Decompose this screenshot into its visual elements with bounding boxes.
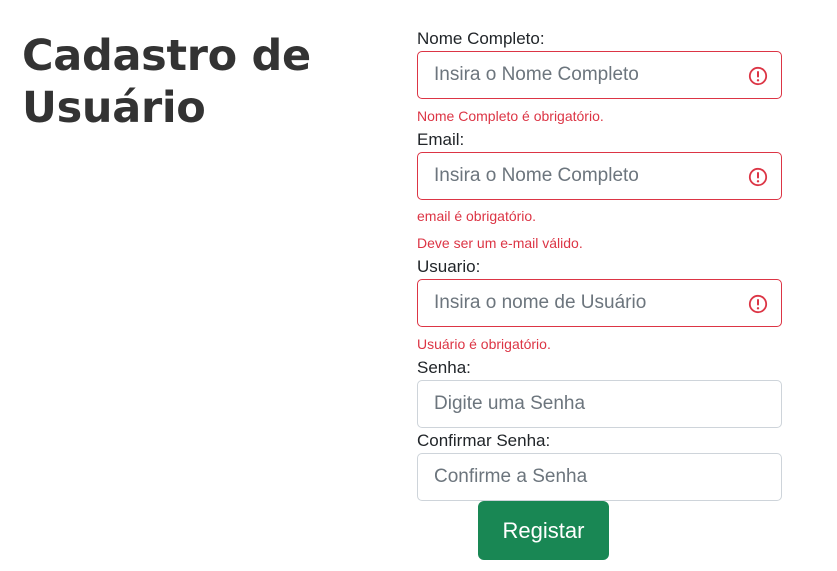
confirm-password-label: Confirmar Senha: [417, 431, 551, 450]
username-label: Usuario: [417, 257, 481, 276]
confirm-password-field-wrapper [417, 453, 782, 501]
password-label: Senha: [417, 358, 471, 377]
registration-page: Cadastro de Usuário Nome Completo: Nome … [0, 0, 837, 571]
email-label: Email: [417, 130, 465, 149]
confirm-password-input[interactable] [418, 454, 781, 500]
register-button[interactable]: Registar [478, 501, 609, 560]
full-name-label: Nome Completo: [417, 29, 545, 48]
username-input[interactable] [418, 280, 781, 326]
error-icon [748, 294, 768, 314]
full-name-error: Nome Completo é obrigatório. [417, 108, 604, 124]
password-field-wrapper [417, 380, 782, 428]
password-input[interactable] [418, 381, 781, 427]
full-name-input[interactable] [418, 52, 781, 98]
error-icon [748, 66, 768, 86]
email-field-wrapper [417, 152, 782, 200]
email-required-error: email é obrigatório. [417, 208, 537, 224]
username-error: Usuário é obrigatório. [417, 336, 551, 352]
page-title: Cadastro de Usuário [22, 31, 311, 133]
email-input[interactable] [418, 153, 781, 199]
error-icon [748, 167, 768, 187]
username-field-wrapper [417, 279, 782, 327]
full-name-field-wrapper [417, 51, 782, 99]
email-format-error: Deve ser um e-mail válido. [417, 235, 583, 251]
